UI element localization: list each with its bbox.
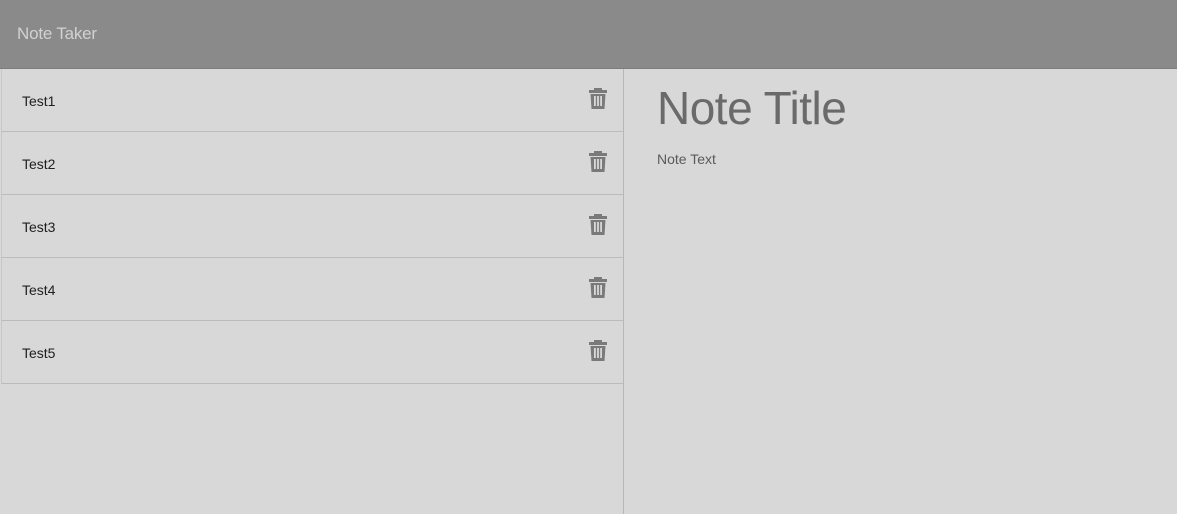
note-item-title: Test2	[22, 156, 56, 172]
note-item-title: Test5	[22, 345, 56, 361]
list-item[interactable]: Test1	[1, 69, 623, 132]
list-item[interactable]: Test4	[1, 258, 623, 321]
trash-icon[interactable]	[589, 339, 607, 361]
note-list: Test1 Test2 Test3 Test4 Test5	[1, 69, 623, 384]
note-list-column: Test1 Test2 Test3 Test4 Test5	[0, 69, 624, 514]
trash-icon[interactable]	[589, 87, 607, 109]
list-item[interactable]: Test3	[1, 195, 623, 258]
navbar: Note Taker	[0, 0, 1177, 69]
note-editor: Note Title Note Text	[625, 69, 1177, 514]
trash-icon[interactable]	[589, 276, 607, 298]
list-item[interactable]: Test2	[1, 132, 623, 195]
note-item-title: Test4	[22, 282, 56, 298]
note-item-title: Test3	[22, 219, 56, 235]
note-text-input[interactable]: Note Text	[657, 151, 716, 167]
note-title-input[interactable]: Note Title	[657, 81, 847, 135]
main-content: Test1 Test2 Test3 Test4 Test5 Note Title…	[0, 69, 1177, 514]
note-item-title: Test1	[22, 93, 56, 109]
app-title[interactable]: Note Taker	[17, 24, 97, 44]
list-item[interactable]: Test5	[1, 321, 623, 384]
trash-icon[interactable]	[589, 213, 607, 235]
trash-icon[interactable]	[589, 150, 607, 172]
